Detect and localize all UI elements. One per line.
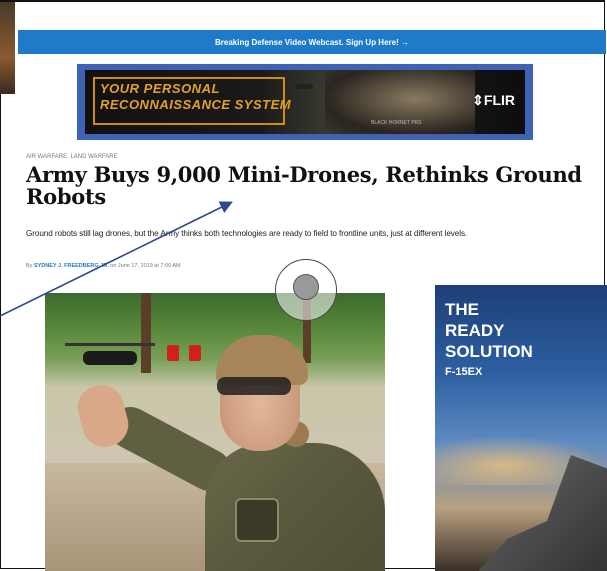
flir-ad-image[interactable]: YOUR PERSONAL RECONNAISSANCE SYSTEM BLAC… <box>85 70 525 134</box>
photo-safety-glasses <box>217 377 291 395</box>
photo-target <box>189 345 201 361</box>
author-link[interactable]: SYDNEY J. FREEDBERG JR. <box>34 263 109 269</box>
article-category[interactable]: AIR WARFARE, LAND WARFARE <box>26 154 118 160</box>
webcast-banner-text[interactable]: Breaking Defense Video Webcast. Sign Up … <box>215 38 409 47</box>
f15ex-ad[interactable]: THE READY SOLUTION F-15EX <box>435 285 607 571</box>
article-subtitle: Ground robots still lag drones, but the … <box>26 229 468 238</box>
flir-ad-headline-line1: YOUR PERSONAL <box>100 81 220 96</box>
article-date: on June 17, 2019 at 7:00 AM <box>110 263 181 269</box>
flir-ad-product: BLACK HORNET PRS <box>371 120 422 126</box>
background-window-strip <box>0 2 15 94</box>
photo-shoulder-patch <box>235 498 279 542</box>
photo-drone <box>83 351 137 365</box>
byline-prefix: By <box>26 263 33 269</box>
cursor-ring-icon <box>275 259 337 321</box>
photo-soldier-uniform <box>205 443 385 571</box>
photo-drone-rotor <box>65 343 155 346</box>
photo-target <box>167 345 179 361</box>
flir-ad-headline-line2: RECONNAISSANCE SYSTEM <box>100 97 292 112</box>
flir-logo: ⇕FLIR <box>472 92 515 108</box>
f15ex-ad-product: F-15EX <box>445 366 483 378</box>
mini-drone-graphic <box>295 84 313 89</box>
f15ex-ad-line1: THE <box>445 300 479 319</box>
webcast-banner[interactable]: Breaking Defense Video Webcast. Sign Up … <box>18 30 606 54</box>
flir-ad-banner[interactable]: YOUR PERSONAL RECONNAISSANCE SYSTEM BLAC… <box>77 64 533 140</box>
f15ex-ad-line2: READY <box>445 321 505 340</box>
article-title: Army Buys 9,000 Mini-Drones, Rethinks Gr… <box>26 162 582 209</box>
f15ex-ad-headline: THE READY SOLUTION <box>445 299 533 362</box>
photo-tree <box>141 293 151 373</box>
f15ex-ad-line3: SOLUTION <box>445 342 533 361</box>
flir-ad-headline: YOUR PERSONAL RECONNAISSANCE SYSTEM <box>100 81 291 113</box>
cursor-dot-icon <box>293 274 319 300</box>
article-photo <box>45 293 385 571</box>
article-byline: By SYDNEY J. FREEDBERG JR. on June 17, 2… <box>26 263 181 269</box>
